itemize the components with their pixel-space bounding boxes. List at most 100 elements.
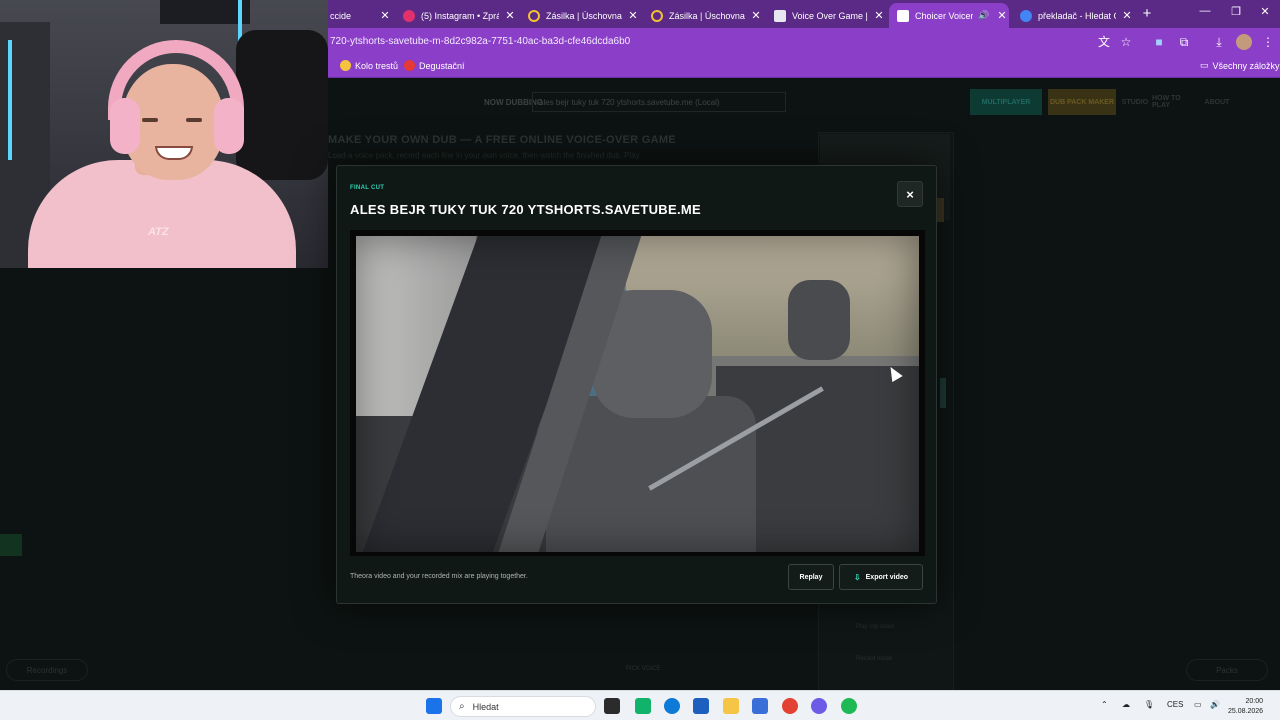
speaker-icon[interactable]: 🔊: [977, 10, 991, 21]
playback-note: Theora video and your recorded mix are p…: [350, 573, 528, 580]
clock-date: 25.08.2026: [1228, 708, 1264, 715]
folder-icon: ▭: [1200, 60, 1209, 70]
tab-instagram[interactable]: (5) Instagram • Zpráv ✕: [395, 3, 517, 28]
tray-network-icon[interactable]: ▭: [1194, 700, 1202, 709]
nav-how-to-play[interactable]: HOW TO PLAY: [1152, 89, 1200, 115]
language-indicator[interactable]: CES: [1167, 700, 1183, 709]
all-bookmarks-label: Všechny záložky: [1212, 60, 1280, 71]
profile-avatar[interactable]: [1236, 34, 1252, 50]
tab-title: ccide: [330, 10, 352, 21]
spotify-icon[interactable]: [841, 698, 857, 714]
multiplayer-button[interactable]: MULTIPLAYER: [970, 89, 1042, 115]
headphone-cup: [214, 98, 244, 154]
bookmark-label: Degustační: [419, 60, 465, 71]
headphone-cup: [110, 98, 140, 154]
webcam-led-strip: [8, 40, 12, 160]
close-window-icon[interactable]: ✕: [1257, 5, 1273, 18]
chrome-icon[interactable]: [782, 698, 798, 714]
tray-chevron-icon[interactable]: ⌃: [1101, 700, 1108, 709]
start-icon[interactable]: [426, 698, 442, 714]
taskbar-search[interactable]: ⌕ Hledat: [450, 696, 596, 717]
shirt-logo: ATZ: [148, 226, 169, 238]
minimize-icon[interactable]: —: [1197, 5, 1213, 17]
tab-close-icon[interactable]: ✕: [378, 9, 392, 22]
panel-label-play: Play clip video: [856, 624, 895, 630]
tab-close-icon[interactable]: ✕: [503, 9, 517, 22]
export-label: Export video: [865, 573, 909, 581]
modal-title: ALES BEJR TUKY TUK 720 YTSHORTS.SAVETUBE…: [350, 202, 701, 217]
file-explorer-icon[interactable]: [723, 698, 739, 714]
url-text[interactable]: 720-ytshorts-savetube-m-8d2c982a-7751-40…: [330, 36, 630, 47]
messenger-icon[interactable]: [811, 698, 827, 714]
download-icon[interactable]: ⤓: [1211, 34, 1227, 50]
export-video-button[interactable]: ⇩ Export video: [839, 564, 923, 590]
page-icon: [774, 9, 786, 22]
video-frame: [350, 230, 925, 556]
bookmark-kolo-trestu[interactable]: Kolo trestů: [340, 60, 398, 71]
nav-about[interactable]: ABOUT: [1204, 89, 1230, 115]
download-icon: ⇩: [853, 572, 861, 582]
tab-title: Zásilka | Úschovna.cz: [669, 10, 745, 21]
center-hint: PICK VOICE: [626, 666, 661, 672]
all-bookmarks[interactable]: ▭ Všechny záložky: [1200, 60, 1280, 71]
edge-icon[interactable]: [664, 698, 680, 714]
clock-time: 20:00: [1245, 698, 1264, 705]
webcam-chair: [236, 30, 328, 180]
panel-label-record: Record mode: [856, 656, 893, 662]
tab-close-icon[interactable]: ✕: [1120, 9, 1134, 22]
new-tab-button[interactable]: +: [1139, 5, 1155, 22]
restore-icon[interactable]: ❐: [1228, 5, 1244, 18]
task-view-icon[interactable]: [604, 698, 620, 714]
puzzle-icon[interactable]: ⧉: [1176, 34, 1192, 50]
tab-google-search[interactable]: překladač - Hledat G ✕: [1012, 3, 1134, 28]
loading-icon: [528, 9, 540, 22]
tab-title: (5) Instagram • Zpráv: [421, 10, 499, 21]
taskbar-clock[interactable]: 20:00 25.08.2026: [1228, 697, 1263, 717]
loading-icon: [651, 9, 663, 22]
search-icon: ⌕: [459, 701, 465, 712]
bookmark-degustacni[interactable]: Degustační: [404, 60, 465, 71]
replay-button[interactable]: Replay: [788, 564, 834, 590]
tab-close-icon[interactable]: ✕: [626, 9, 640, 22]
tab-title: Voice Over Game | Pl: [792, 10, 868, 21]
side-power-icon[interactable]: [0, 534, 22, 556]
packs-pill[interactable]: Packs: [1186, 659, 1268, 681]
source-select[interactable]: ales bejr tuky tuk 720 ytshorts.savetube…: [532, 92, 786, 112]
store-icon[interactable]: [693, 698, 709, 714]
tab-close-icon[interactable]: ✕: [872, 9, 886, 22]
modal-kicker: FINAL CUT: [350, 185, 385, 191]
recordings-pill[interactable]: Recordings: [6, 659, 88, 681]
tab-close-icon[interactable]: ✕: [995, 9, 1009, 22]
extension-icon[interactable]: ■: [1151, 34, 1167, 50]
progress-marker: [940, 378, 946, 408]
google-icon: [1020, 9, 1032, 22]
tray-volume-icon[interactable]: 🔊: [1210, 700, 1220, 709]
app-icon[interactable]: [752, 698, 768, 714]
webcam-shelf: [160, 0, 250, 24]
bookmark-icon: [340, 60, 351, 71]
tab-voice-over-game[interactable]: Voice Over Game | Pl ✕: [766, 3, 886, 28]
tab-close-icon[interactable]: ✕: [749, 9, 763, 22]
close-button[interactable]: ×: [897, 181, 923, 207]
final-cut-modal: FINAL CUT ALES BEJR TUKY TUK 720 YTSHORT…: [336, 165, 937, 604]
menu-icon[interactable]: ⋮: [1260, 34, 1276, 50]
tab-title: Choicer Voicer St: [915, 10, 973, 21]
tab-1[interactable]: ccide ✕: [328, 3, 392, 28]
tab-choicer-voicer[interactable]: Choicer Voicer St 🔊 ✕: [889, 3, 1009, 28]
video-player[interactable]: [356, 236, 919, 552]
dub-pack-maker-button[interactable]: DUB PACK MAKER: [1048, 89, 1116, 115]
tab-uschovna-2[interactable]: Zásilka | Úschovna.cz ✕: [643, 3, 763, 28]
tray-mic-icon[interactable]: 🎙: [1144, 700, 1154, 709]
page-heading: MAKE YOUR OWN DUB — A FREE ONLINE VOICE-…: [328, 134, 676, 146]
star-icon[interactable]: ☆: [1118, 34, 1134, 50]
instagram-icon: [403, 9, 415, 22]
nav-studio[interactable]: STUDIO: [1122, 89, 1148, 115]
tab-uschovna-1[interactable]: Zásilka | Úschovna.cz ✕: [520, 3, 640, 28]
app-icon[interactable]: [635, 698, 651, 714]
translate-icon[interactable]: 文: [1096, 34, 1112, 50]
tray-cloud-icon[interactable]: ☁: [1122, 700, 1130, 709]
windows-taskbar: ⌕ Hledat ⌃ ☁ 🎙 CES ▭ 🔊 20:00 25.08.2026: [0, 690, 1280, 720]
page-icon: [897, 9, 909, 22]
bookmark-label: Kolo trestů: [355, 60, 399, 71]
page-subheading: Load a voice pack, record each line in y…: [328, 151, 640, 160]
